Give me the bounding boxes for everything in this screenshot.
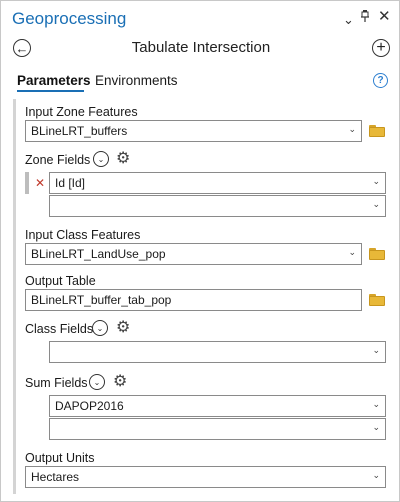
class-fields-gear-icon[interactable]: ⚙ bbox=[116, 320, 130, 336]
output-units-value: Hectares bbox=[31, 470, 80, 484]
zone-field-select-2[interactable]: ⌄ bbox=[49, 195, 386, 217]
chevron-down-icon: ⌄ bbox=[348, 247, 356, 257]
sum-field-value-1: DAPOP2016 bbox=[55, 399, 124, 413]
input-class-features-value: BLineLRT_LandUse_pop bbox=[31, 247, 166, 261]
tab-parameters[interactable]: Parameters bbox=[17, 73, 91, 88]
input-zone-features-select[interactable]: BLineLRT_buffers ⌄ bbox=[25, 120, 362, 142]
zone-field-value-1: Id [Id] bbox=[55, 176, 86, 190]
chevron-down-icon: ⌄ bbox=[372, 199, 380, 209]
row-drag-handle[interactable] bbox=[25, 172, 29, 194]
input-zone-features-label: Input Zone Features bbox=[25, 105, 138, 119]
chevron-down-icon: ⌄ bbox=[372, 470, 380, 480]
tool-header: ← Tabulate Intersection + bbox=[1, 37, 400, 61]
zone-fields-label: Zone Fields bbox=[25, 153, 91, 167]
class-field-select-1[interactable]: ⌄ bbox=[49, 341, 386, 363]
zone-fields-gear-icon[interactable]: ⚙ bbox=[116, 151, 130, 167]
class-fields-expand-icon[interactable]: ⌄ bbox=[92, 320, 108, 336]
remove-row-icon[interactable]: ✕ bbox=[35, 176, 45, 190]
pin-icon[interactable] bbox=[361, 10, 369, 26]
zone-field-select-1[interactable]: Id [Id] ⌄ bbox=[49, 172, 386, 194]
pane-titlebar: Geoprocessing ⌄ ✕ bbox=[1, 1, 400, 37]
chevron-down-icon: ⌄ bbox=[372, 422, 380, 432]
output-table-input[interactable]: BLineLRT_buffer_tab_pop bbox=[25, 289, 362, 311]
browse-folder-icon[interactable] bbox=[369, 294, 385, 306]
pane-title: Geoprocessing bbox=[12, 9, 127, 28]
chevron-down-icon: ⌄ bbox=[372, 399, 380, 409]
chevron-down-icon: ⌄ bbox=[372, 345, 380, 355]
class-fields-label: Class Fields bbox=[25, 322, 94, 336]
output-table-value: BLineLRT_buffer_tab_pop bbox=[31, 293, 172, 307]
zone-fields-expand-icon[interactable]: ⌄ bbox=[93, 151, 109, 167]
sum-fields-label: Sum Fields bbox=[25, 376, 88, 390]
input-zone-features-value: BLineLRT_buffers bbox=[31, 124, 128, 138]
browse-folder-icon[interactable] bbox=[369, 125, 385, 137]
chevron-down-icon: ⌄ bbox=[372, 176, 380, 186]
close-pane-icon[interactable]: ✕ bbox=[378, 9, 391, 25]
sum-fields-gear-icon[interactable]: ⚙ bbox=[113, 374, 127, 390]
chevron-down-icon: ⌄ bbox=[348, 124, 356, 134]
browse-folder-icon[interactable] bbox=[369, 248, 385, 260]
pane-menu-chevron-icon[interactable]: ⌄ bbox=[343, 12, 354, 28]
sum-fields-expand-icon[interactable]: ⌄ bbox=[89, 374, 105, 390]
add-button-icon[interactable]: + bbox=[372, 39, 390, 57]
output-units-select[interactable]: Hectares ⌄ bbox=[25, 466, 386, 488]
geoprocessing-pane: Geoprocessing ⌄ ✕ ← Tabulate Intersectio… bbox=[0, 0, 400, 502]
output-units-label: Output Units bbox=[25, 451, 95, 465]
sum-field-select-1[interactable]: DAPOP2016 ⌄ bbox=[49, 395, 386, 417]
tab-environments[interactable]: Environments bbox=[95, 73, 178, 88]
input-class-features-label: Input Class Features bbox=[25, 228, 141, 242]
input-class-features-select[interactable]: BLineLRT_LandUse_pop ⌄ bbox=[25, 243, 362, 265]
output-table-label: Output Table bbox=[25, 274, 96, 288]
active-tab-indicator bbox=[17, 90, 84, 92]
help-icon[interactable]: ? bbox=[373, 73, 388, 88]
tool-title: Tabulate Intersection bbox=[131, 39, 271, 56]
sum-field-select-2[interactable]: ⌄ bbox=[49, 418, 386, 440]
